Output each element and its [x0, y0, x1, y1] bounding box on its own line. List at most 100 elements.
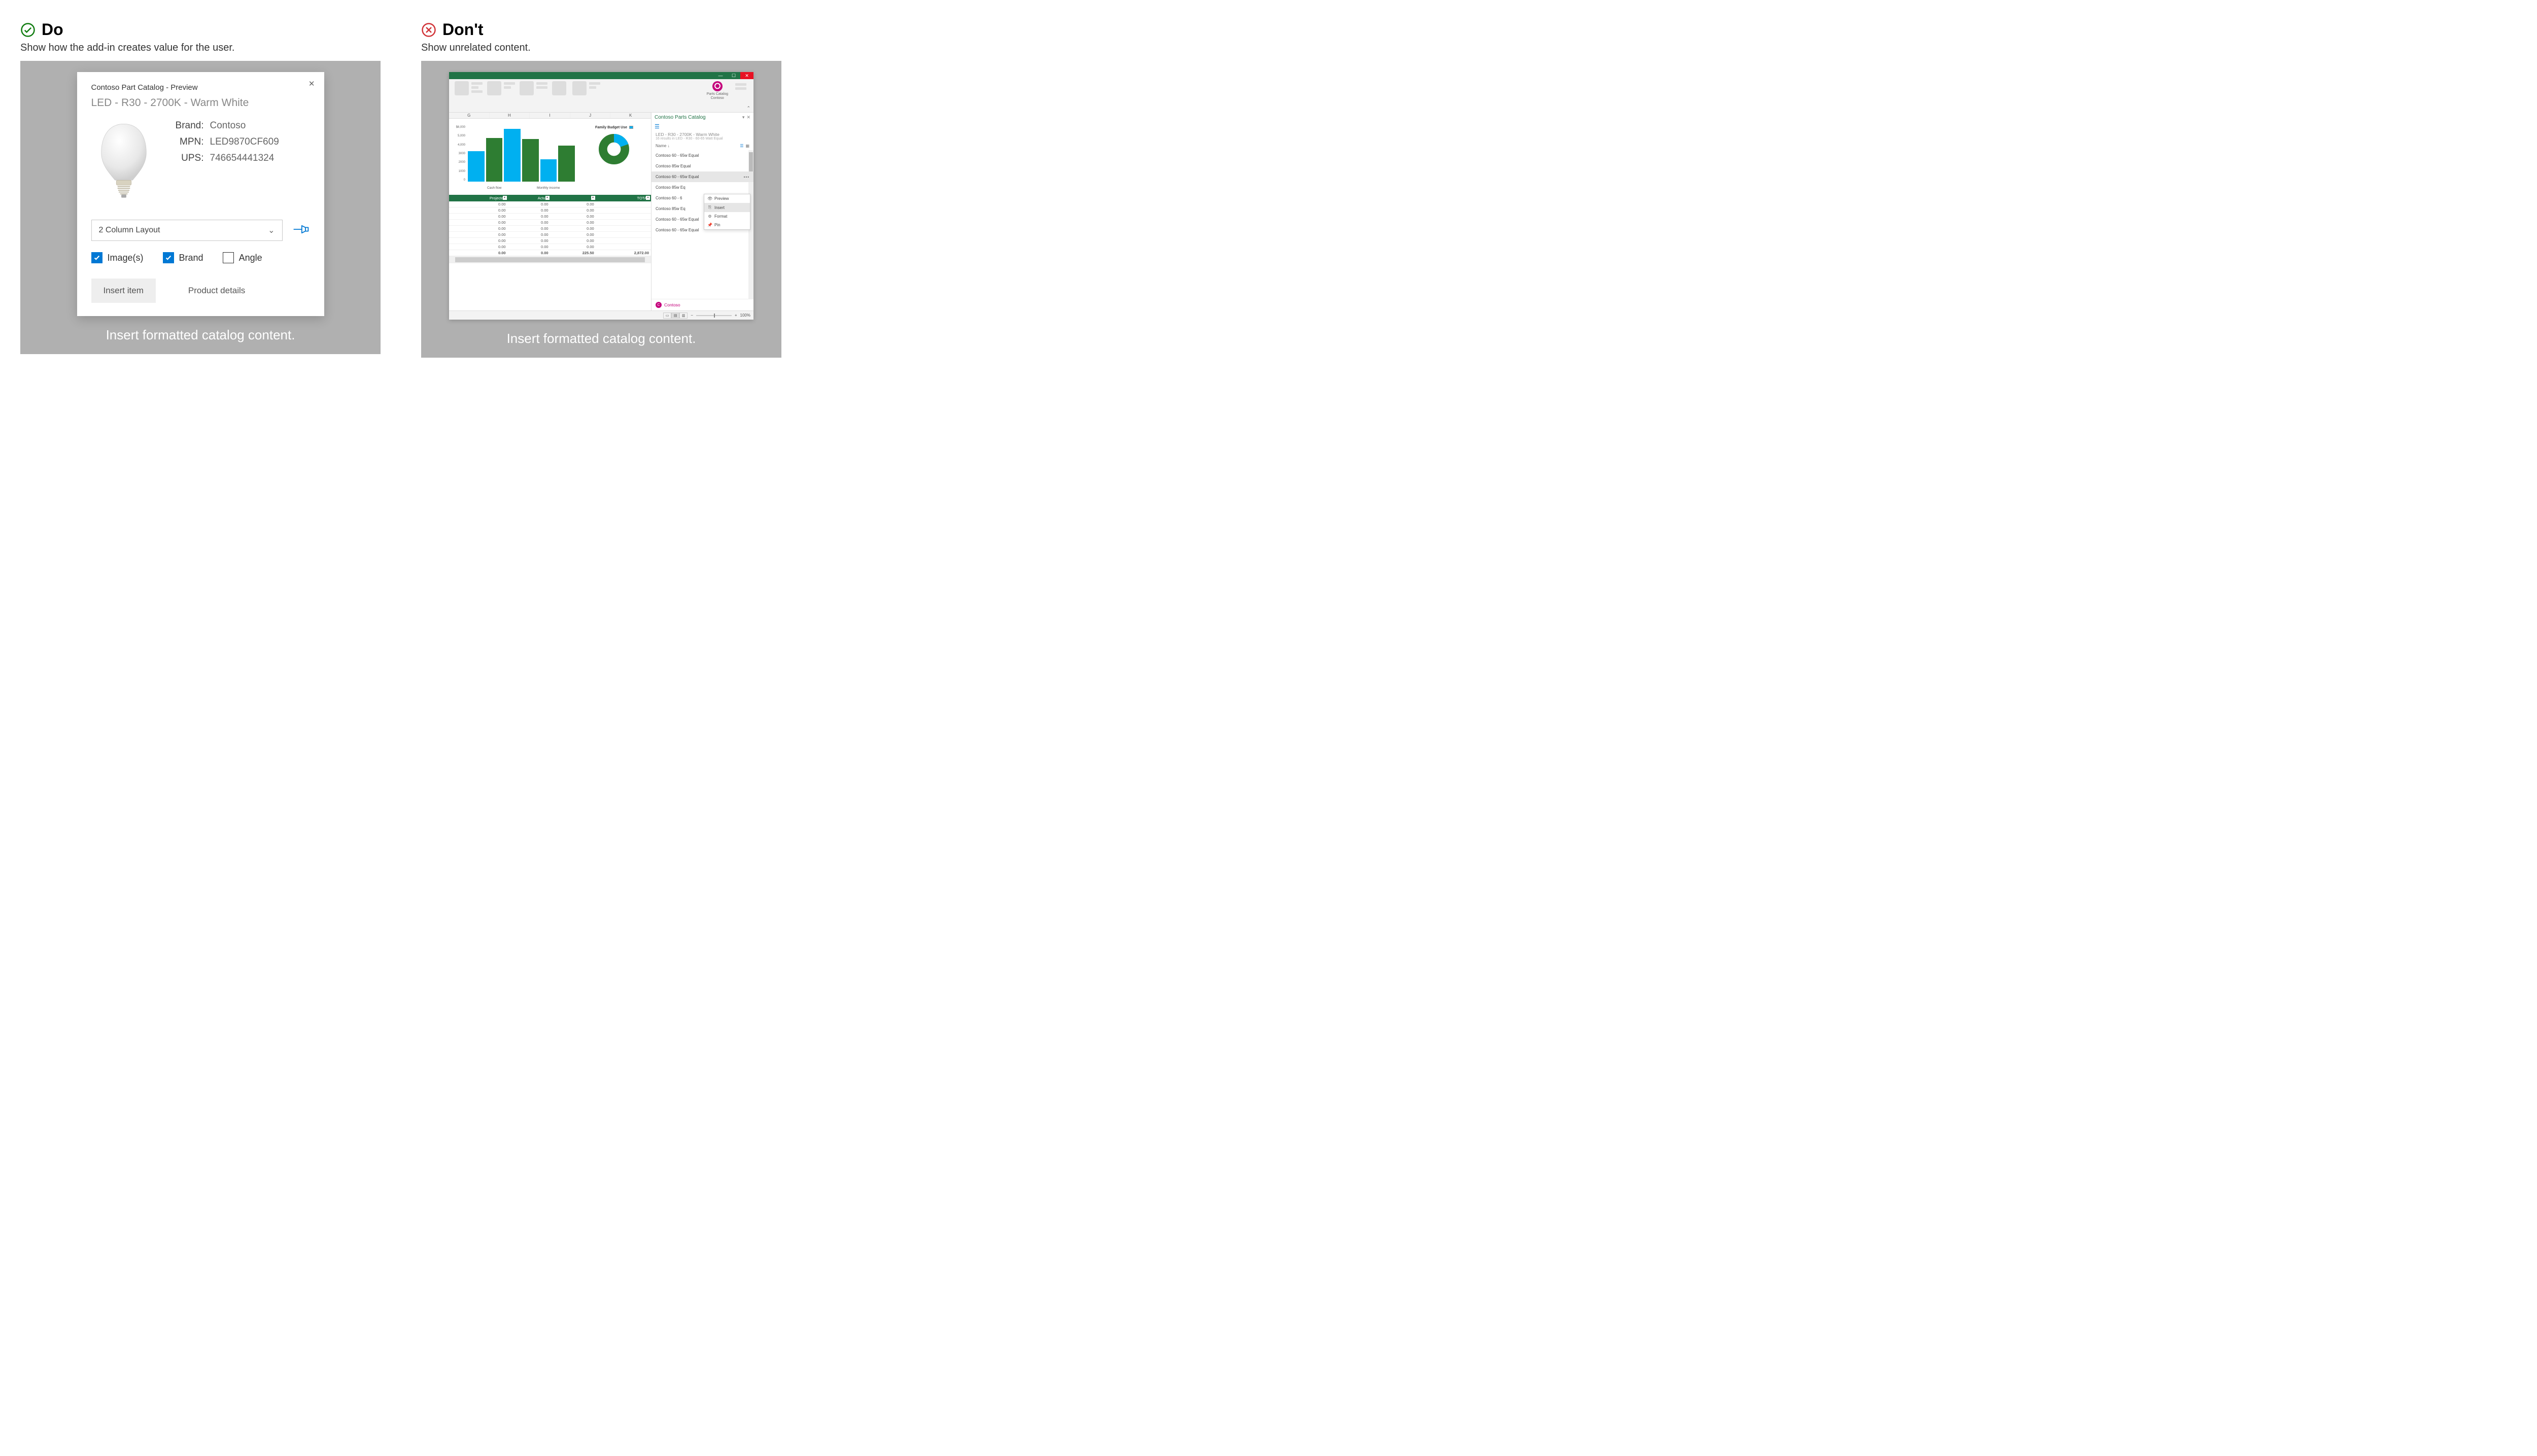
- check-angle[interactable]: Angle: [223, 252, 262, 263]
- taskpane-footer: C Contoso: [652, 299, 753, 310]
- context-menu-item[interactable]: 📌Pin: [704, 221, 750, 229]
- check-brand[interactable]: Brand: [163, 252, 203, 263]
- list-view-icon[interactable]: ☰: [740, 144, 743, 148]
- do-column: Do Show how the add-in creates value for…: [20, 20, 381, 358]
- table-row[interactable]: 0.000.000.00: [449, 214, 651, 220]
- dialog-subtitle: LED - R30 - 2700K - Warm White: [91, 97, 310, 109]
- parts-catalog-ribbon-button[interactable]: Parts Catalog Contoso: [707, 81, 728, 100]
- chevron-down-icon: ⌄: [268, 225, 275, 235]
- zoom-level[interactable]: 100%: [740, 313, 750, 318]
- zoom-out-button[interactable]: −: [691, 313, 693, 318]
- check-circle-icon: [20, 22, 36, 38]
- filter-dropdown-icon[interactable]: ▾: [503, 196, 507, 200]
- bar-chart[interactable]: $6,0005,0004,0003000200010000 Cash flowM…: [452, 126, 575, 193]
- brand-label: Brand:: [172, 120, 204, 131]
- table-row[interactable]: 0.000.000.00: [449, 226, 651, 232]
- checkbox-checked-icon: [91, 252, 102, 263]
- product-details-button[interactable]: Product details: [176, 279, 257, 303]
- ribbon-placeholder-icon[interactable]: [487, 81, 501, 95]
- result-list: Contoso 60 - 65w EqualContoso 85w EqualC…: [652, 150, 753, 299]
- taskpane-result-count: 16 results in LED - R30 - 60-65 Watt Equ…: [656, 137, 749, 141]
- chart-bar: [540, 159, 557, 182]
- product-image: [91, 120, 156, 201]
- filter-dropdown-icon[interactable]: ▾: [646, 196, 650, 200]
- chart-bar: [522, 139, 539, 182]
- horizontal-scrollbar[interactable]: [449, 256, 651, 263]
- filter-dropdown-icon[interactable]: ▾: [545, 196, 550, 200]
- table-row[interactable]: 0.000.000.00: [449, 207, 651, 214]
- bulb-icon: [712, 81, 723, 91]
- cross-circle-icon: [421, 22, 436, 38]
- filter-dropdown-icon[interactable]: ▾: [591, 196, 595, 200]
- sort-arrow-icon[interactable]: ↓: [668, 144, 670, 148]
- insert-item-button[interactable]: Insert item: [91, 279, 156, 303]
- ribbon-placeholder-icon[interactable]: [455, 81, 469, 95]
- zoom-slider[interactable]: [696, 315, 732, 316]
- legend-swatch-icon: [629, 126, 633, 129]
- window-maximize-button[interactable]: ☐: [727, 72, 740, 79]
- ribbon-placeholder-icon[interactable]: [520, 81, 534, 95]
- excel-window: — ☐ ✕ Parts Catalog Contoso: [449, 72, 753, 320]
- chart-bar: [558, 146, 575, 182]
- list-item[interactable]: Contoso 60 - 65w Equal•••: [652, 171, 753, 182]
- ups-label: UPS:: [172, 153, 204, 164]
- list-item[interactable]: Contoso 85w Eq: [652, 182, 753, 193]
- dont-card: — ☐ ✕ Parts Catalog Contoso: [421, 61, 781, 358]
- taskpane: Contoso Parts Catalog ▾✕ ☰ LED - R30 - 2…: [651, 113, 753, 310]
- view-pagebreak-icon[interactable]: ▥: [679, 313, 688, 319]
- dialog-title: Contoso Part Catalog - Preview: [91, 83, 310, 92]
- mpn-label: MPN:: [172, 136, 204, 148]
- dont-column: Don't Show unrelated content. — ☐ ✕: [421, 20, 781, 358]
- do-card: Contoso Part Catalog - Preview ✕ LED - R…: [20, 61, 381, 354]
- product-specs: Brand: Contoso MPN: LED9870CF609 UPS: 74665…: [172, 120, 310, 169]
- donut-chart[interactable]: Family Budget Use: [580, 126, 648, 193]
- window-minimize-button[interactable]: —: [714, 72, 727, 79]
- close-icon[interactable]: ✕: [308, 80, 315, 88]
- brand-value: Contoso: [210, 120, 246, 131]
- taskpane-breadcrumb: LED - R30 - 2700K - Warm White: [656, 132, 749, 137]
- menu-item-icon: 📌: [707, 223, 712, 227]
- view-normal-icon[interactable]: ▭: [663, 313, 671, 319]
- pin-icon[interactable]: [292, 223, 310, 238]
- context-menu-item[interactable]: 👁Preview: [704, 194, 750, 203]
- context-menu-item[interactable]: ⎘Insert: [704, 203, 750, 212]
- menu-item-icon: ⎘: [707, 205, 712, 210]
- mpn-value: LED9870CF609: [210, 136, 279, 148]
- checkbox-checked-icon: [163, 252, 174, 263]
- ribbon-collapse-icon[interactable]: ⌃: [746, 106, 750, 111]
- do-subtitle: Show how the add-in creates value for th…: [20, 42, 381, 54]
- hamburger-icon[interactable]: ☰: [652, 122, 753, 131]
- grid-view-icon[interactable]: ▦: [745, 144, 749, 148]
- menu-item-icon: 👁: [707, 196, 712, 201]
- checkbox-unchecked-icon: [223, 252, 234, 263]
- context-menu-item[interactable]: ⚙Format: [704, 212, 750, 221]
- table-row[interactable]: 0.000.000.00: [449, 244, 651, 250]
- taskpane-dropdown-icon[interactable]: ▾: [742, 115, 745, 120]
- sort-label[interactable]: Name: [656, 144, 666, 148]
- chart-y-axis: $6,0005,0004,0003000200010000: [452, 126, 466, 182]
- table-row[interactable]: 0.000.000.00: [449, 220, 651, 226]
- list-item[interactable]: Contoso 60 - 65w Equal: [652, 150, 753, 161]
- chart-bar: [468, 151, 485, 182]
- ups-value: 746654441324: [210, 153, 275, 164]
- ribbon-placeholder-icon[interactable]: [572, 81, 587, 95]
- taskpane-close-icon[interactable]: ✕: [746, 115, 750, 120]
- table-row[interactable]: 0.000.000.00: [449, 201, 651, 207]
- layout-select[interactable]: 2 Column Layout ⌄: [91, 220, 283, 241]
- dont-caption: Insert formatted catalog content.: [507, 331, 696, 346]
- chart-bar: [504, 129, 521, 182]
- list-item[interactable]: Contoso 85w Equal: [652, 161, 753, 171]
- table-row[interactable]: 0.000.000.00: [449, 232, 651, 238]
- layout-select-value: 2 Column Layout: [99, 226, 160, 235]
- check-images[interactable]: Image(s): [91, 252, 144, 263]
- data-table[interactable]: Projected▾ Actual▾ ▾ TOTAL▾ 0.000.000.00…: [449, 195, 651, 256]
- more-icon[interactable]: •••: [744, 175, 749, 179]
- worksheet-area[interactable]: GHIJK $6,0005,0004,0003000200010000 Cash…: [449, 113, 651, 310]
- window-close-button[interactable]: ✕: [740, 72, 753, 79]
- view-pagelayout-icon[interactable]: ▤: [671, 313, 679, 319]
- ribbon-placeholder-icon[interactable]: [552, 81, 566, 95]
- menu-item-icon: ⚙: [707, 214, 712, 219]
- zoom-in-button[interactable]: +: [735, 313, 737, 318]
- table-row[interactable]: 0.000.000.00: [449, 238, 651, 244]
- window-titlebar: — ☐ ✕: [449, 72, 753, 79]
